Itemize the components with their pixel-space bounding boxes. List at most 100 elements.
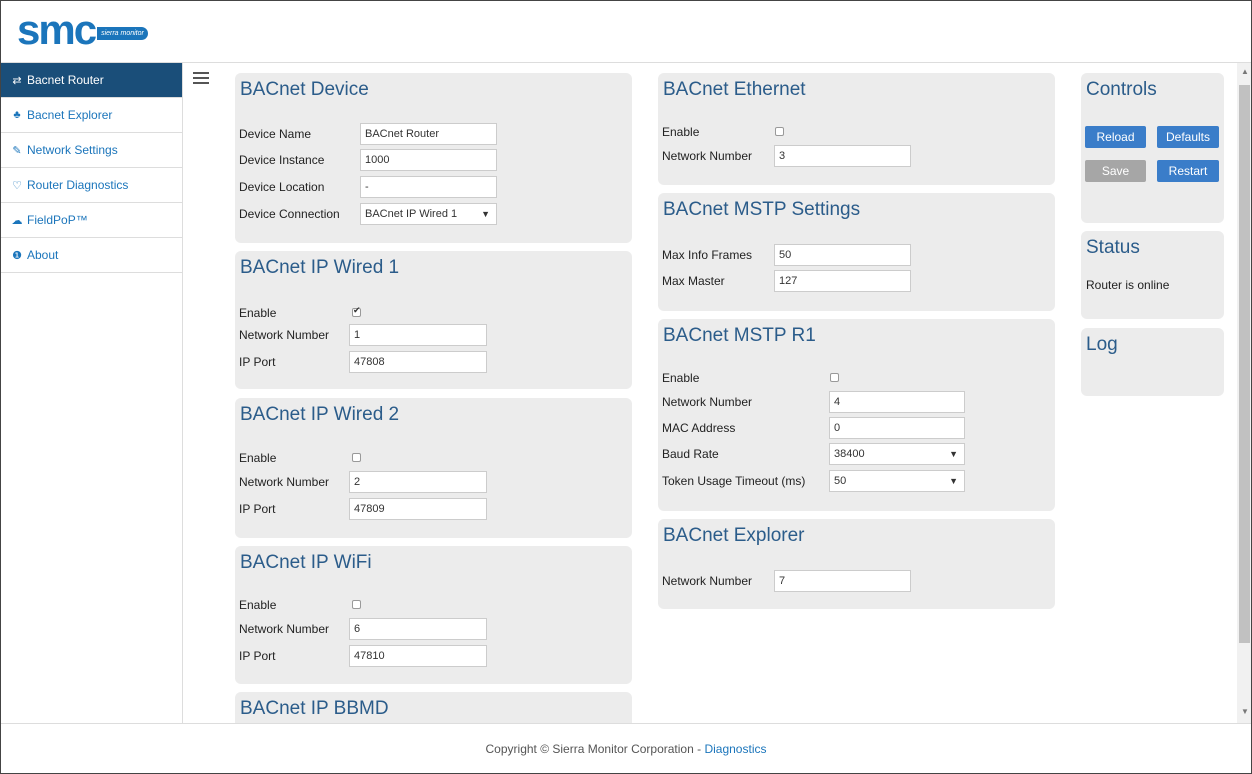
panel-title: BACnet MSTP Settings bbox=[663, 199, 861, 220]
panel-bacnet-ip-wifi: BACnet IP WiFi Enable Network Number 6 I… bbox=[235, 546, 632, 684]
enable-checkbox[interactable] bbox=[352, 600, 361, 609]
panel-title: BACnet Ethernet bbox=[663, 79, 806, 100]
panel-title: BACnet IP Wired 1 bbox=[240, 257, 400, 278]
enable-label: Enable bbox=[662, 125, 700, 139]
mac-address-label: MAC Address bbox=[662, 421, 736, 435]
enable-checkbox[interactable] bbox=[830, 373, 839, 382]
sidebar-item-label: FieldPoP™ bbox=[27, 213, 88, 227]
chevron-down-icon: ▼ bbox=[949, 476, 958, 486]
network-number-label: Network Number bbox=[239, 328, 330, 342]
panel-title: BACnet MSTP R1 bbox=[663, 325, 816, 346]
sidebar-item-label: Bacnet Explorer bbox=[27, 108, 113, 122]
panel-bacnet-mstp-r1: BACnet MSTP R1 Enable Network Number 4 M… bbox=[658, 319, 1055, 511]
enable-label: Enable bbox=[239, 306, 277, 320]
max-master-input[interactable]: 127 bbox=[774, 270, 911, 292]
baud-rate-label: Baud Rate bbox=[662, 447, 719, 461]
diagnostics-link[interactable]: Diagnostics bbox=[704, 742, 766, 756]
panel-title: Log bbox=[1086, 334, 1118, 355]
reload-button[interactable]: Reload bbox=[1085, 126, 1146, 148]
panel-title: Status bbox=[1086, 237, 1140, 258]
network-number-label: Network Number bbox=[239, 622, 330, 636]
device-location-input[interactable]: - bbox=[360, 176, 497, 198]
status-text: Router is online bbox=[1086, 278, 1170, 292]
ip-port-label: IP Port bbox=[239, 355, 276, 369]
enable-checkbox[interactable] bbox=[775, 127, 784, 136]
device-instance-label: Device Instance bbox=[239, 153, 325, 167]
device-location-label: Device Location bbox=[239, 180, 325, 194]
device-connection-value: BACnet IP Wired 1 bbox=[365, 208, 458, 220]
enable-checkbox[interactable] bbox=[352, 305, 361, 317]
defaults-button[interactable]: Defaults bbox=[1157, 126, 1219, 148]
enable-checkbox[interactable] bbox=[352, 453, 361, 462]
info-icon: ❶ bbox=[12, 249, 22, 262]
copyright-text: Copyright © Sierra Monitor Corporation - bbox=[485, 742, 705, 756]
sidebar-item-label: Router Diagnostics bbox=[27, 178, 129, 192]
panel-log: Log bbox=[1081, 328, 1224, 396]
token-usage-timeout-value: 50 bbox=[834, 475, 847, 487]
network-number-input[interactable]: 3 bbox=[774, 145, 911, 167]
panel-bacnet-ethernet: BACnet Ethernet Enable Network Number 3 bbox=[658, 73, 1055, 185]
wrench-icon: ✎ bbox=[12, 144, 22, 157]
chevron-down-icon: ▼ bbox=[949, 449, 958, 459]
ip-port-input[interactable]: 47809 bbox=[349, 498, 487, 520]
save-button[interactable]: Save bbox=[1085, 160, 1146, 182]
panel-bacnet-ip-wired-1: BACnet IP Wired 1 Enable Network Number … bbox=[235, 251, 632, 389]
network-number-label: Network Number bbox=[662, 149, 753, 163]
scrollbar-thumb[interactable] bbox=[1239, 85, 1250, 643]
sidebar-item-label: Bacnet Router bbox=[27, 73, 104, 87]
sidebar-item-router-diagnostics[interactable]: ♡ Router Diagnostics bbox=[1, 168, 182, 203]
sidebar-item-label: Network Settings bbox=[27, 143, 118, 157]
network-number-label: Network Number bbox=[662, 395, 753, 409]
max-master-label: Max Master bbox=[662, 274, 725, 288]
network-number-input[interactable]: 2 bbox=[349, 471, 487, 493]
panel-bacnet-ip-wired-2: BACnet IP Wired 2 Enable Network Number … bbox=[235, 398, 632, 538]
sidebar-item-bacnet-explorer[interactable]: ♣ Bacnet Explorer bbox=[1, 98, 182, 133]
sidebar-item-network-settings[interactable]: ✎ Network Settings bbox=[1, 133, 182, 168]
stethoscope-icon: ♡ bbox=[12, 179, 22, 192]
device-name-label: Device Name bbox=[239, 127, 312, 141]
panel-bacnet-mstp-settings: BACnet MSTP Settings Max Info Frames 50 … bbox=[658, 193, 1055, 311]
mac-address-input[interactable]: 0 bbox=[829, 417, 965, 439]
device-instance-input[interactable]: 1000 bbox=[360, 149, 497, 171]
app-window: smc sierra monitor ⇄ Bacnet Router ♣ Bac… bbox=[0, 0, 1252, 774]
enable-label: Enable bbox=[239, 598, 277, 612]
max-info-frames-label: Max Info Frames bbox=[662, 248, 753, 262]
scroll-down-icon[interactable]: ▼ bbox=[1241, 707, 1249, 716]
network-number-input[interactable]: 6 bbox=[349, 618, 487, 640]
network-number-label: Network Number bbox=[239, 475, 330, 489]
panel-title: Controls bbox=[1086, 79, 1157, 100]
logo-text: smc bbox=[17, 6, 97, 53]
sidebar-item-bacnet-router[interactable]: ⇄ Bacnet Router bbox=[1, 63, 182, 98]
network-number-input[interactable]: 1 bbox=[349, 324, 487, 346]
token-usage-timeout-label: Token Usage Timeout (ms) bbox=[662, 474, 806, 488]
smc-logo[interactable]: smc sierra monitor bbox=[17, 9, 148, 51]
panel-controls: Controls Reload Defaults Save Restart bbox=[1081, 73, 1224, 223]
device-connection-label: Device Connection bbox=[239, 207, 340, 221]
enable-label: Enable bbox=[239, 451, 277, 465]
sidebar-item-fieldpop[interactable]: ☁ FieldPoP™ bbox=[1, 203, 182, 238]
ip-port-input[interactable]: 47810 bbox=[349, 645, 487, 667]
baud-rate-value: 38400 bbox=[834, 448, 865, 460]
network-number-input[interactable]: 7 bbox=[774, 570, 911, 592]
sitemap-icon: ♣ bbox=[13, 109, 21, 121]
ip-port-input[interactable]: 47808 bbox=[349, 351, 487, 373]
enable-label: Enable bbox=[662, 371, 700, 385]
panel-bacnet-explorer: BACnet Explorer Network Number 7 bbox=[658, 519, 1055, 609]
restart-button[interactable]: Restart bbox=[1157, 160, 1219, 182]
hamburger-menu-icon[interactable] bbox=[193, 72, 209, 86]
device-name-input[interactable]: BACnet Router bbox=[360, 123, 497, 145]
panel-title: BACnet IP Wired 2 bbox=[240, 404, 400, 425]
panel-title: BACnet Explorer bbox=[663, 525, 805, 546]
vertical-scrollbar[interactable]: ▲ ▼ bbox=[1237, 63, 1251, 723]
network-number-input[interactable]: 4 bbox=[829, 391, 965, 413]
panel-bacnet-device: BACnet Device Device Name BACnet Router … bbox=[235, 73, 632, 243]
panel-title: BACnet IP WiFi bbox=[240, 552, 372, 573]
sidebar-item-about[interactable]: ❶ About bbox=[1, 238, 182, 273]
max-info-frames-input[interactable]: 50 bbox=[774, 244, 911, 266]
baud-rate-select[interactable]: 38400 ▼ bbox=[829, 443, 965, 465]
network-number-label: Network Number bbox=[662, 574, 753, 588]
scroll-up-icon[interactable]: ▲ bbox=[1241, 67, 1249, 76]
ip-port-label: IP Port bbox=[239, 502, 276, 516]
device-connection-select[interactable]: BACnet IP Wired 1 ▼ bbox=[360, 203, 497, 225]
token-usage-timeout-select[interactable]: 50 ▼ bbox=[829, 470, 965, 492]
